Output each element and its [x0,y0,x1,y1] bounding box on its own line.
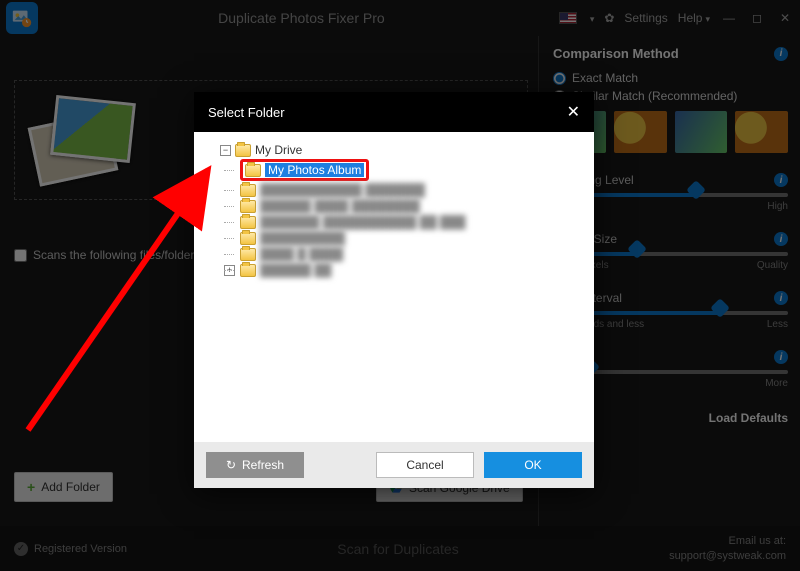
expand-icon[interactable]: + [224,265,235,276]
help-dropdown[interactable]: Help [678,11,710,25]
scan-following-checkbox[interactable] [14,249,27,262]
registered-version-label: Registered Version [34,543,127,555]
tree-item[interactable]: ████████████ ███████ [202,182,590,198]
folder-icon [235,144,251,157]
minimize-button[interactable]: — [720,11,738,25]
tree-item[interactable]: ██████ ████ ████████ [202,198,590,214]
dialog-title: Select Folder [208,105,285,120]
exact-match-radio[interactable]: Exact Match [553,71,788,85]
maximize-button[interactable]: ◻ [748,11,766,25]
tree-item-expandable[interactable]: +██████ ██ [202,262,590,278]
folder-icon [240,216,256,229]
dialog-close-button[interactable]: ✕ [567,102,580,122]
support-email[interactable]: support@systweak.com [669,549,786,563]
thumbnail [675,111,728,153]
tree-item[interactable]: ███████ ███████████ ██ ███ [202,214,590,230]
refresh-button[interactable]: ↻ Refresh [206,452,304,478]
scan-for-duplicates-button[interactable]: Scan for Duplicates [127,541,669,557]
info-icon[interactable]: i [774,350,788,364]
support-info: Email us at: support@systweak.com [669,534,786,563]
app-logo-icon [6,2,38,34]
info-icon[interactable]: i [774,173,788,187]
folder-icon [240,200,256,213]
language-flag-icon[interactable] [559,12,577,24]
status-bar: ✓ Registered Version Scan for Duplicates… [0,526,800,571]
folder-icon [245,164,261,177]
collapse-icon[interactable]: − [220,145,231,156]
close-button[interactable]: ✕ [776,11,794,25]
tree-root[interactable]: − My Drive [202,142,590,158]
settings-link[interactable]: Settings [624,11,667,25]
selection-highlight: My Photos Album [240,159,369,181]
thumbnail [735,111,788,153]
info-icon[interactable]: i [774,232,788,246]
select-folder-dialog: Select Folder ✕ − My Drive My Photos Alb… [194,92,594,488]
selected-folder-label: My Photos Album [265,163,364,177]
thumbnail [614,111,667,153]
check-icon: ✓ [14,542,28,556]
info-icon[interactable]: i [774,291,788,305]
folder-icon [240,264,256,277]
photos-illustration-icon [25,91,135,185]
plus-icon: + [27,479,35,495]
folder-tree[interactable]: − My Drive My Photos Album ████████████ … [202,142,590,278]
folder-icon [240,184,256,197]
help-label: Help [678,11,703,25]
add-folder-button[interactable]: + Add Folder [14,472,113,502]
title-bar: Duplicate Photos Fixer Pro ✿ Settings He… [0,0,800,36]
tree-item[interactable]: ██████████ [202,230,590,246]
tree-item-selected[interactable]: My Photos Album [202,158,590,182]
cancel-button[interactable]: Cancel [376,452,474,478]
folder-icon [240,232,256,245]
ok-button[interactable]: OK [484,452,582,478]
info-icon[interactable]: i [774,47,788,61]
language-dropdown[interactable] [587,11,595,25]
add-folder-label: Add Folder [41,480,100,494]
refresh-icon: ↻ [226,458,236,472]
tree-item[interactable]: ████ █ ████ [202,246,590,262]
settings-icon[interactable]: ✿ [604,11,614,25]
folder-icon [240,248,256,261]
comparison-method-title: Comparison Method [553,46,679,61]
tree-root-label: My Drive [255,143,302,157]
app-title: Duplicate Photos Fixer Pro [44,10,559,26]
